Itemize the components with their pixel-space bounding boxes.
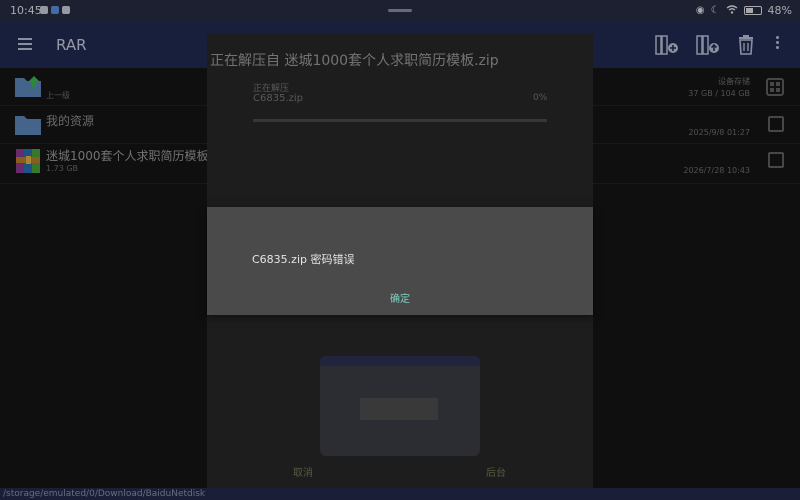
screen: 10:45 ◉ ☾ 48% RAR 上一级 设备存储 37 GB / 104 G…: [0, 0, 800, 500]
error-message: C6835.zip 密码错误: [252, 253, 355, 266]
password-error-dialog: C6835.zip 密码错误 确定: [207, 207, 593, 315]
ok-button[interactable]: 确定: [207, 290, 593, 305]
